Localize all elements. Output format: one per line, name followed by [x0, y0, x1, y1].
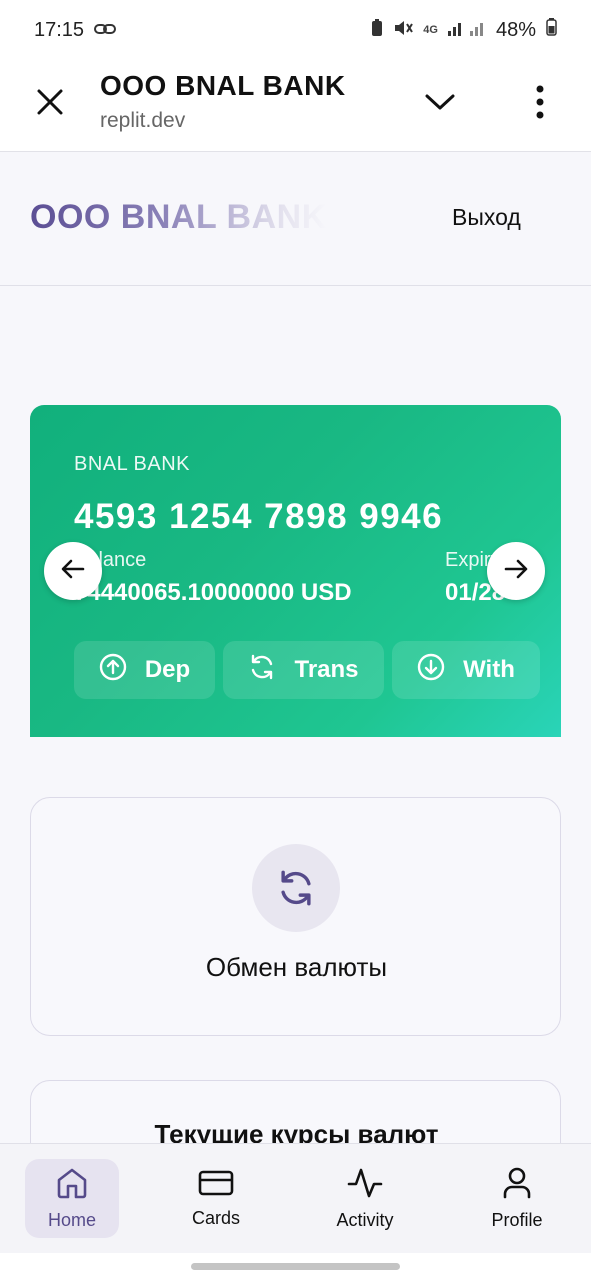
currency-exchange-title: Обмен валюты — [205, 952, 388, 982]
nav-cards[interactable]: Cards — [169, 1159, 263, 1238]
logout-button[interactable]: Выход — [452, 204, 521, 231]
user-icon — [502, 1167, 532, 1204]
next-card-button[interactable] — [487, 542, 545, 600]
nav-profile[interactable]: Profile — [470, 1159, 564, 1238]
nav-home-label: Home — [47, 1209, 96, 1230]
arrow-up-circle-icon — [99, 653, 127, 688]
status-left: 17:15 — [34, 18, 117, 42]
arrow-down-circle-icon — [417, 653, 445, 688]
status-right: 4G 48% — [371, 18, 557, 42]
credit-card-icon — [198, 1169, 234, 1202]
arrow-right-icon — [503, 557, 529, 586]
withdraw-label: With — [463, 656, 515, 683]
chevron-down-icon[interactable] — [420, 84, 460, 120]
deposit-button[interactable]: Dep — [74, 641, 215, 699]
network-type: 4G — [423, 24, 438, 36]
status-time: 17:15 — [34, 18, 85, 41]
battery-saver-icon — [371, 18, 383, 42]
gesture-area — [0, 1253, 591, 1280]
battery-icon — [546, 18, 557, 42]
card-actions: Dep Trans With — [74, 641, 540, 699]
refresh-icon — [252, 844, 340, 932]
nav-activity-label: Activity — [336, 1209, 394, 1230]
nav-cards-label: Cards — [191, 1207, 240, 1228]
browser-page-title: OOO BNAL BANK — [100, 70, 346, 101]
close-icon[interactable] — [30, 82, 70, 122]
link-icon — [94, 19, 117, 42]
transfer-button[interactable]: Trans — [223, 641, 384, 699]
card-bank-name: BNAL BANK — [74, 453, 191, 475]
refresh-icon — [248, 653, 276, 688]
status-bar: 17:15 4G 48% — [0, 0, 591, 60]
withdraw-button[interactable]: With — [392, 641, 540, 699]
card-balance: 74440065.10000000 USD — [74, 579, 352, 606]
home-icon — [55, 1167, 89, 1204]
card-number: 4593 1254 7898 9946 — [74, 497, 444, 536]
more-vertical-icon[interactable] — [524, 80, 556, 124]
mute-icon — [393, 19, 414, 42]
arrow-left-icon — [60, 557, 86, 586]
nav-profile-label: Profile — [491, 1209, 543, 1230]
previous-card-button[interactable] — [44, 542, 102, 600]
nav-activity[interactable]: Activity — [318, 1159, 412, 1238]
nav-home[interactable]: Home — [25, 1159, 119, 1238]
signal-icon — [447, 20, 486, 41]
bottom-navigation: Home Cards Activity Profile — [0, 1143, 591, 1253]
browser-url[interactable]: replit.dev — [100, 109, 185, 133]
home-gesture-bar[interactable] — [191, 1263, 400, 1270]
browser-toolbar: OOO BNAL BANK replit.dev — [0, 60, 591, 152]
app-header: OOO BNAL BANK Выход — [0, 152, 591, 286]
currency-exchange-tile[interactable]: Обмен валюты — [30, 797, 561, 1036]
battery-percent: 48% — [495, 18, 536, 41]
activity-icon — [347, 1167, 383, 1204]
deposit-label: Dep — [144, 656, 191, 683]
transfer-label: Trans — [294, 656, 359, 683]
bank-card[interactable]: BNAL BANK 4593 1254 7898 9946 Balance 74… — [30, 405, 561, 737]
brand-logo-text: OOO BNAL BANK — [30, 198, 327, 236]
